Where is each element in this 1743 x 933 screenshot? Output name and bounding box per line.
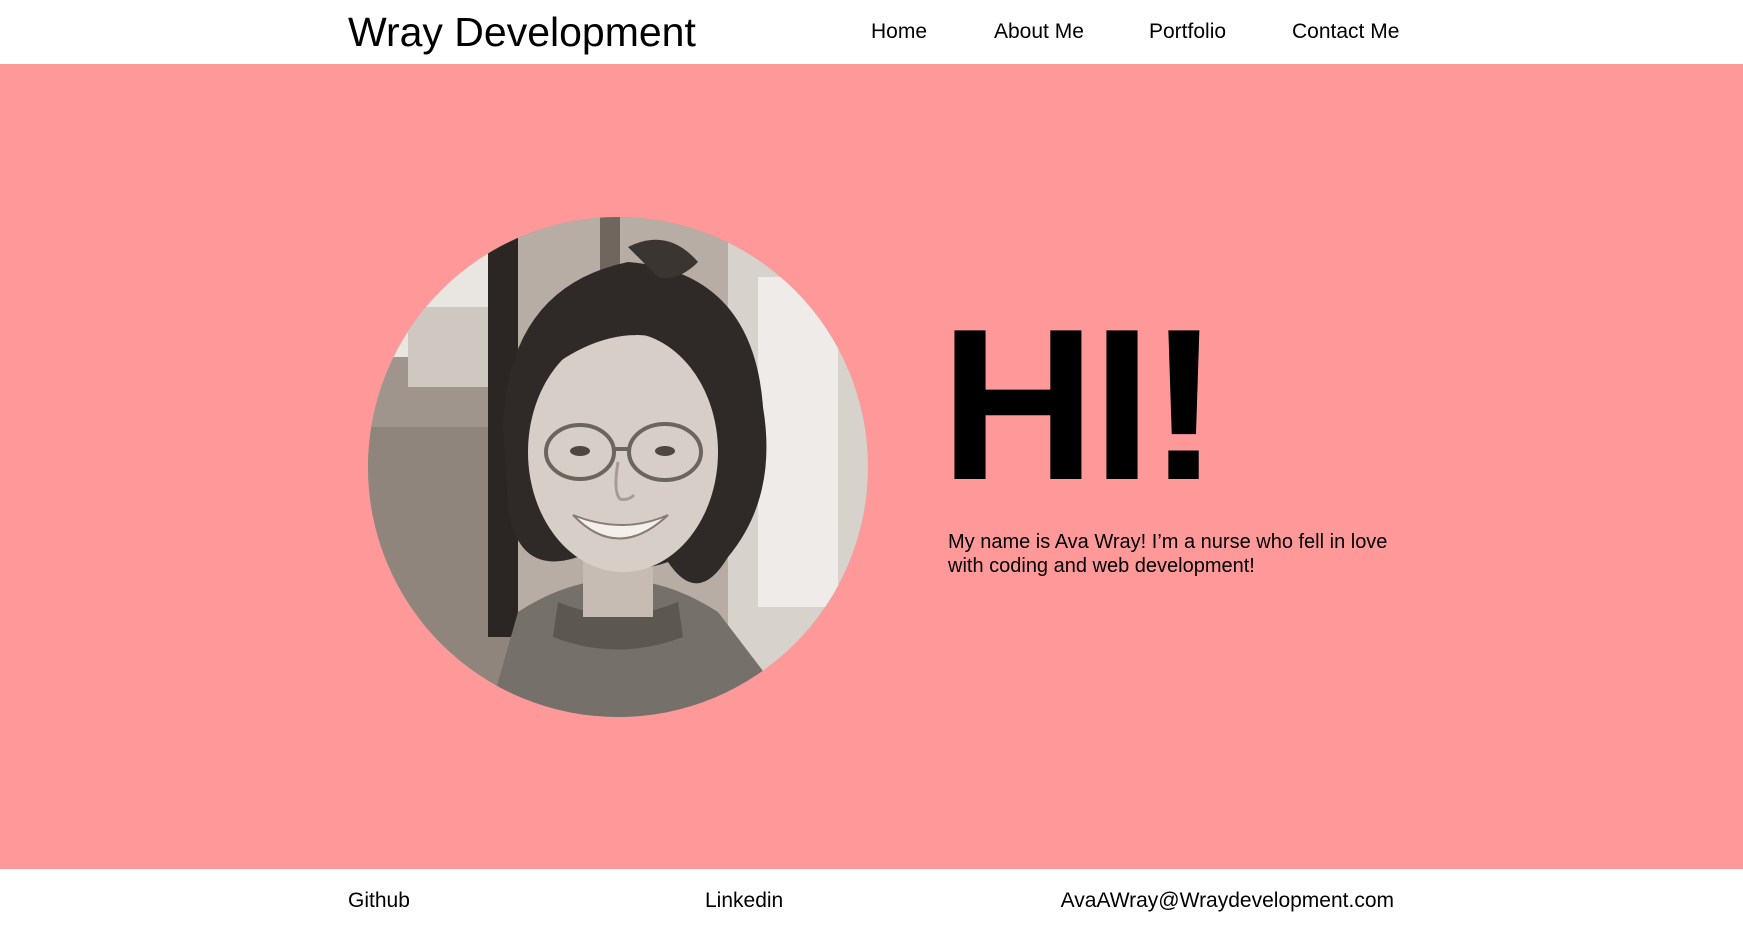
linkedin-link[interactable]: Linkedin [705,888,783,914]
nav-contact-link[interactable]: Contact Me [1292,19,1399,45]
site-header: Wray Development Home About Me Portfolio… [0,0,1743,64]
email-link[interactable]: AvaAWray@Wraydevelopment.com [1061,888,1394,914]
profile-photo-art [368,217,868,717]
intro-text: My name is Ava Wray! I’m a nurse who fel… [948,531,1388,577]
nav-about-link[interactable]: About Me [994,19,1084,45]
profile-photo [368,217,868,717]
nav-portfolio-link[interactable]: Portfolio [1149,19,1226,45]
site-footer: Github Linkedin AvaAWray@Wraydevelopment… [0,869,1743,933]
hero-section: HI! My name is Ava Wray! I’m a nurse who… [0,64,1743,869]
greeting-heading: HI! [940,283,1220,525]
main-nav: Home About Me Portfolio Contact Me [0,19,1743,45]
github-link[interactable]: Github [348,888,410,914]
nav-home-link[interactable]: Home [871,19,927,45]
